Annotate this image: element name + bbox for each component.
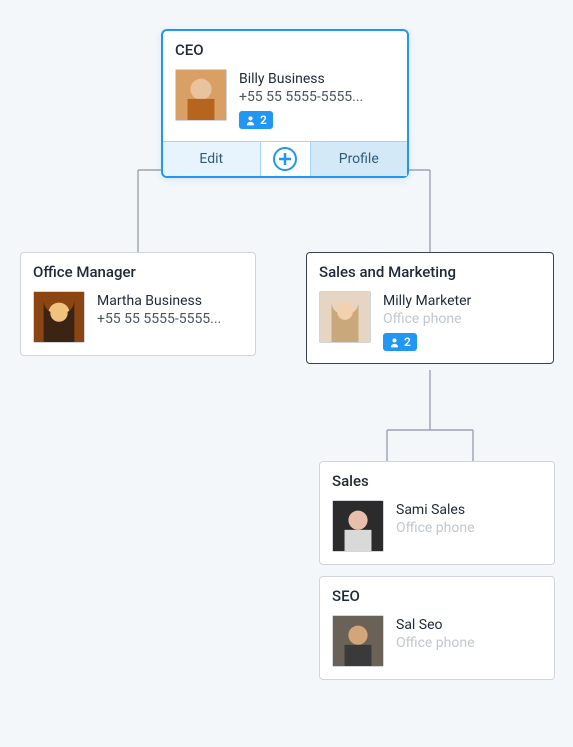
org-node-sales-marketing[interactable]: Sales and Marketing Milly Marketer Offic… <box>306 252 554 364</box>
person-name: Milly Marketer <box>383 293 471 309</box>
org-node-ceo[interactable]: CEO Billy Business +55 55 5555-5555... 2… <box>161 29 409 178</box>
avatar <box>332 500 384 552</box>
person-icon <box>389 337 400 348</box>
node-title: Sales and Marketing <box>307 253 553 287</box>
person-name: Billy Business <box>239 71 363 87</box>
person-name: Martha Business <box>97 293 221 309</box>
node-title: SEO <box>320 577 554 611</box>
edit-button[interactable]: Edit <box>163 142 261 176</box>
person-icon <box>245 115 256 126</box>
org-node-seo[interactable]: SEO Sal Seo Office phone <box>319 576 555 680</box>
add-button[interactable] <box>261 142 311 176</box>
node-title: Sales <box>320 462 554 496</box>
avatar <box>175 69 227 121</box>
avatar <box>332 615 384 667</box>
reports-badge: 2 <box>239 111 273 129</box>
profile-button[interactable]: Profile <box>311 142 408 176</box>
person-name: Sal Seo <box>396 617 475 633</box>
avatar <box>319 291 371 343</box>
person-phone: Office phone <box>396 520 475 536</box>
person-name: Sami Sales <box>396 502 475 518</box>
org-chart-canvas: CEO Billy Business +55 55 5555-5555... 2… <box>0 0 573 747</box>
person-phone: +55 55 5555-5555... <box>97 311 221 327</box>
org-node-office-manager[interactable]: Office Manager Martha Business +55 55 55… <box>20 252 256 356</box>
node-actions: Edit Profile <box>163 141 407 176</box>
person-phone: Office phone <box>383 311 471 327</box>
plus-icon <box>273 147 297 171</box>
person-phone: Office phone <box>396 635 475 651</box>
node-title: Office Manager <box>21 253 255 287</box>
person-phone: +55 55 5555-5555... <box>239 89 363 105</box>
avatar <box>33 291 85 343</box>
node-title: CEO <box>163 31 407 65</box>
reports-badge: 2 <box>383 333 417 351</box>
org-node-sales[interactable]: Sales Sami Sales Office phone <box>319 461 555 565</box>
